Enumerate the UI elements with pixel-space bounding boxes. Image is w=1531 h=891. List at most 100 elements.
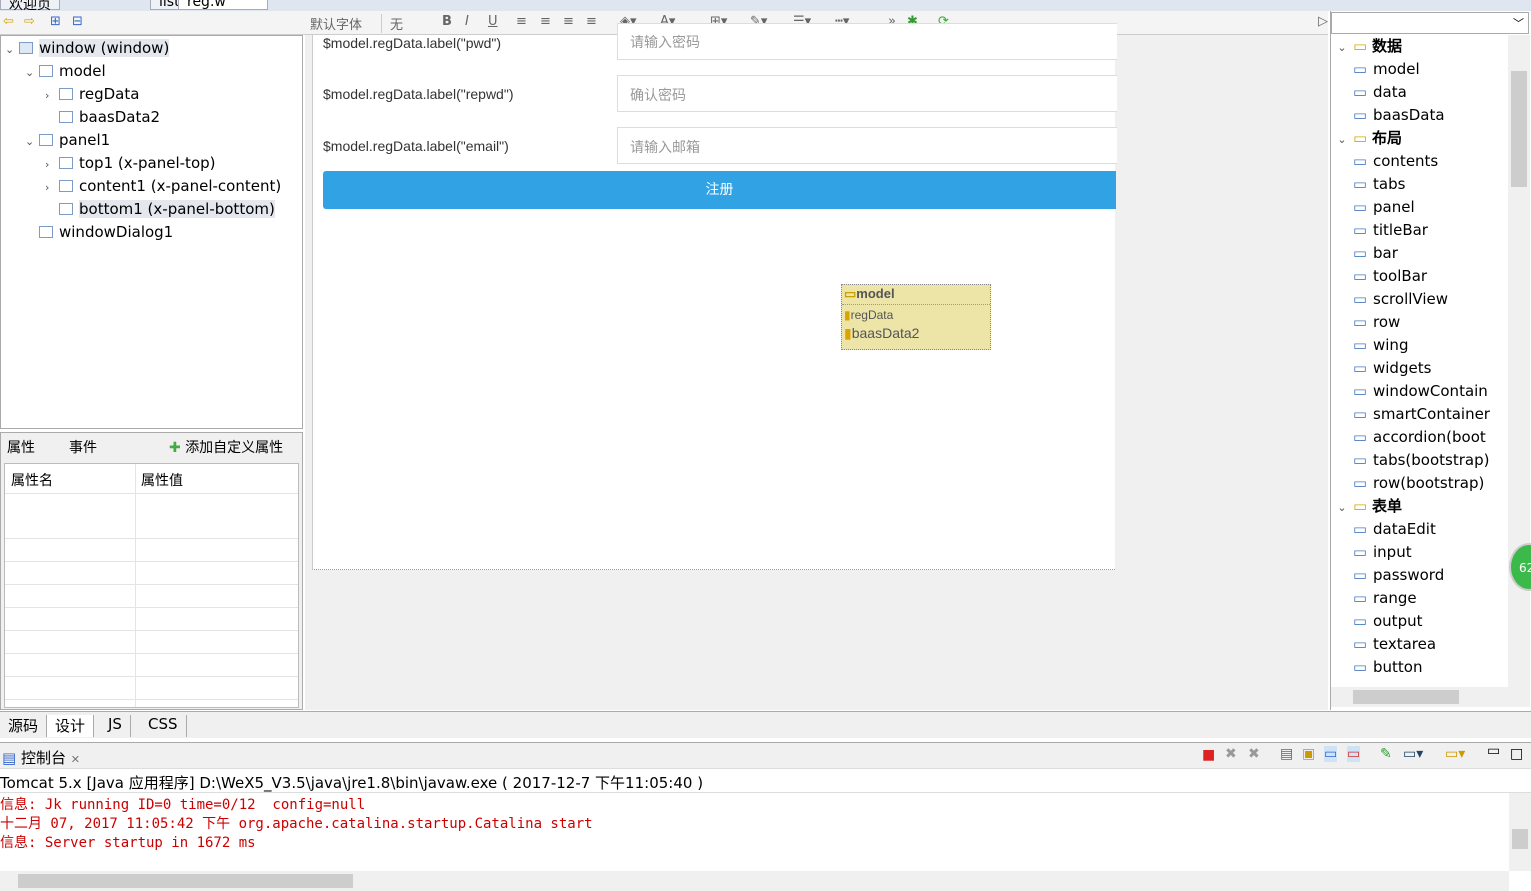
chevron-right-icon[interactable]: › (45, 154, 59, 176)
console-tab[interactable]: ▤ 控制台 ✕ (2, 747, 80, 768)
palette-item[interactable]: ▭ button (1331, 656, 1423, 679)
chevron-down-icon[interactable]: ⌄ (25, 131, 39, 153)
palette-item[interactable]: ▭ data (1331, 81, 1407, 104)
pwd-input[interactable]: 请输入密码 (617, 23, 1117, 60)
component-icon: ▭ (1352, 106, 1367, 124)
pin-console-icon[interactable]: ✎ (1380, 746, 1392, 762)
component-icon: ▭ (1352, 543, 1367, 561)
chevron-down-icon[interactable]: ⌄ (1331, 36, 1353, 59)
italic-button[interactable]: I (465, 14, 469, 29)
align-right-icon[interactable]: ≡ (563, 14, 574, 29)
palette-item[interactable]: ▭ textarea (1331, 633, 1436, 656)
console-line: 十二月 07, 2017 11:05:42 下午 org.apache.cata… (0, 816, 593, 832)
tab-design[interactable]: 设计 (47, 715, 95, 737)
tab-source[interactable]: 源码 (0, 715, 48, 737)
palette-item[interactable]: ▭ output (1331, 610, 1423, 633)
show-stdout-icon[interactable]: ▭ (1324, 746, 1338, 762)
expand-all-icon[interactable]: ⊞ (50, 14, 61, 29)
scroll-lock-icon[interactable]: ▣ (1302, 746, 1315, 762)
palette-item[interactable]: ▭ windowContain (1331, 380, 1488, 403)
tree-node[interactable]: › regData (45, 83, 139, 105)
remove-launch-icon[interactable]: ✖ (1225, 746, 1237, 762)
palette-item[interactable]: ▭ widgets (1331, 357, 1432, 380)
chevron-down-icon[interactable]: ⌄ (5, 39, 19, 61)
bold-button[interactable]: B (442, 14, 452, 29)
clear-console-icon[interactable]: ▤ (1280, 746, 1293, 762)
justify-icon[interactable]: ≡ (586, 14, 597, 29)
console-vscrollbar[interactable] (1509, 793, 1531, 871)
tab-welcome[interactable]: 欢迎页 (0, 0, 60, 11)
palette-item[interactable]: ▭ password (1331, 564, 1444, 587)
console-hscrollbar[interactable] (0, 871, 1509, 891)
palette-item[interactable]: ▭ accordion(boot (1331, 426, 1486, 449)
align-left-icon[interactable]: ≡ (516, 14, 527, 29)
remove-all-icon[interactable]: ✖ (1248, 746, 1260, 762)
chevron-down-icon[interactable]: ⌄ (1331, 128, 1353, 151)
palette-item[interactable]: ▭ input (1331, 541, 1412, 564)
palette-item[interactable]: ▭ row (1331, 311, 1400, 334)
component-icon: ▭ (1352, 60, 1367, 78)
palette-item[interactable]: ▭ model (1331, 58, 1420, 81)
palette-item[interactable]: ▭ smartContainer (1331, 403, 1490, 426)
tab-reg[interactable]: reg.w (178, 0, 268, 10)
size-select[interactable]: 无 (390, 14, 430, 33)
back-icon[interactable]: ⇦ (3, 14, 14, 29)
maximize-icon[interactable]: □ (1510, 746, 1523, 762)
palette-item[interactable]: ▭ wing (1331, 334, 1409, 357)
component-icon: ▭ (1352, 359, 1367, 377)
palette-item[interactable]: ▭ scrollView (1331, 288, 1448, 311)
palette-filter-select[interactable]: ﹀ (1331, 12, 1529, 34)
collapse-all-icon[interactable]: ⊟ (72, 14, 83, 29)
palette-item[interactable]: ▭ titleBar (1331, 219, 1428, 242)
register-button[interactable]: 注册 (323, 171, 1116, 209)
tree-node[interactable]: ⌄ model (25, 60, 106, 82)
tree-node[interactable]: ⌄ window (window) (5, 37, 170, 61)
palette-item[interactable]: ▭ toolBar (1331, 265, 1427, 288)
tab-events[interactable]: 事件 (69, 437, 97, 457)
underline-button[interactable]: U (488, 14, 498, 29)
palette-item[interactable]: ▭ row(bootstrap) (1331, 472, 1485, 495)
tree-node[interactable]: windowDialog1 (25, 221, 173, 243)
chevron-right-icon[interactable]: › (45, 85, 59, 107)
model-box-item[interactable]: ▮baasData2 (842, 325, 990, 342)
tree-node[interactable]: › top1 (x-panel-top) (45, 152, 216, 174)
component-icon: ▭ (1352, 198, 1367, 216)
palette-item[interactable]: ▭ panel (1331, 196, 1415, 219)
tree-node[interactable]: bottom1 (x-panel-bottom) (45, 198, 275, 220)
chevron-right-icon[interactable]: › (45, 177, 59, 199)
palette-group[interactable]: ⌄ ▭ 表单 (1331, 495, 1402, 518)
add-custom-property-button[interactable]: ✚ 添加自定义属性 (169, 437, 283, 457)
palette-item[interactable]: ▭ dataEdit (1331, 518, 1436, 541)
tab-properties[interactable]: 属性 (7, 437, 35, 457)
chevron-down-icon[interactable]: ⌄ (1331, 496, 1353, 519)
tree-node[interactable]: › content1 (x-panel-content) (45, 175, 281, 197)
palette-group[interactable]: ⌄ ▭ 数据 (1331, 35, 1402, 58)
palette-item[interactable]: ▭ baasData (1331, 104, 1445, 127)
model-box[interactable]: ▭model ▮regData ▮baasData2 (841, 284, 991, 350)
new-console-icon[interactable]: ▭▾ (1445, 746, 1465, 762)
minimize-icon[interactable]: ▭ (1487, 743, 1500, 759)
model-box-item[interactable]: ▮regData (842, 305, 990, 325)
collapse-palette-icon[interactable]: ▷ (1318, 14, 1328, 29)
tab-css[interactable]: CSS (140, 715, 187, 737)
palette-item[interactable]: ▭ tabs (1331, 173, 1406, 196)
chevron-down-icon[interactable]: ⌄ (25, 62, 39, 84)
palette-hscrollbar[interactable] (1331, 687, 1530, 707)
close-icon[interactable]: ✕ (71, 753, 80, 766)
tree-node[interactable]: ⌄ panel1 (25, 129, 110, 151)
palette-item[interactable]: ▭ bar (1331, 242, 1398, 265)
terminate-icon[interactable]: ■ (1202, 747, 1215, 763)
palette-item[interactable]: ▭ range (1331, 587, 1417, 610)
forward-icon[interactable]: ⇨ (24, 14, 35, 29)
palette-group[interactable]: ⌄ ▭ 布局 (1331, 127, 1402, 150)
palette-item[interactable]: ▭ tabs(bootstrap) (1331, 449, 1490, 472)
show-stderr-icon[interactable]: ▭ (1347, 746, 1361, 762)
repwd-input[interactable]: 确认密码 (617, 75, 1117, 112)
display-console-icon[interactable]: ▭▾ (1403, 746, 1423, 762)
font-select[interactable]: 默认字体 (310, 14, 382, 33)
palette-item[interactable]: ▭ contents (1331, 150, 1438, 173)
tree-node[interactable]: baasData2 (45, 106, 160, 128)
align-center-icon[interactable]: ≡ (540, 14, 551, 29)
email-input[interactable]: 请输入邮箱 (617, 127, 1117, 164)
tab-js[interactable]: JS (100, 715, 131, 737)
